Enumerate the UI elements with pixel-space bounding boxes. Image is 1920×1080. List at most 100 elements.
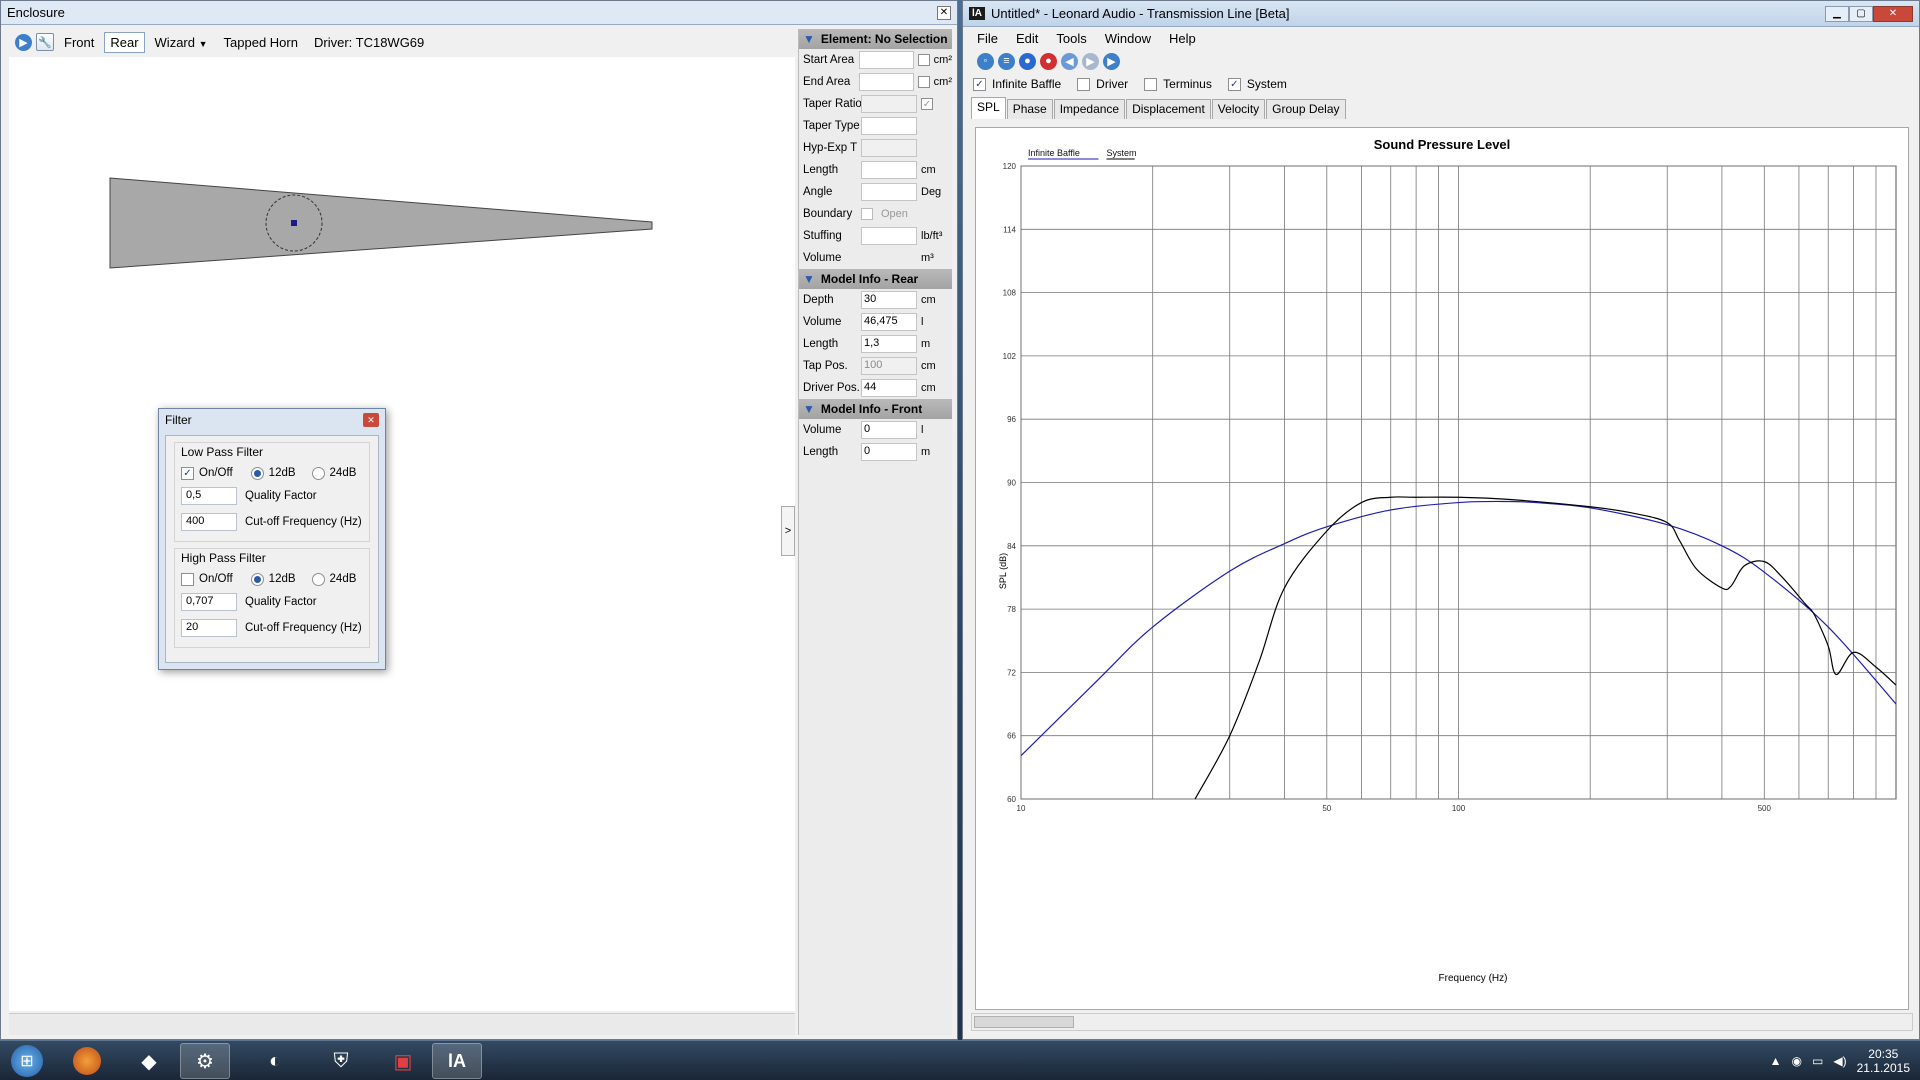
menu-window[interactable]: Window — [1105, 31, 1151, 46]
taskbar-mumble[interactable]: ◐ — [250, 1043, 300, 1079]
high-pass-cutoff-input[interactable]: 20 — [181, 619, 237, 637]
property-input[interactable] — [861, 227, 917, 245]
record-icon[interactable]: ● — [1019, 52, 1036, 70]
open-icon[interactable]: ≡ — [998, 52, 1015, 70]
property-input[interactable] — [861, 117, 917, 135]
tab-group-delay[interactable]: Group Delay — [1266, 99, 1346, 119]
volume-icon[interactable]: ◀) — [1833, 1054, 1846, 1068]
enclosure-status-bar — [9, 1013, 795, 1035]
low-pass-onoff-checkbox[interactable]: ✓ — [181, 466, 194, 480]
filter-title-bar[interactable]: Filter ✕ — [159, 409, 385, 431]
tray-expand-icon[interactable]: ▲ — [1770, 1054, 1782, 1068]
series-checkbox[interactable] — [1144, 77, 1158, 91]
tab-displacement[interactable]: Displacement — [1126, 99, 1211, 119]
property-input[interactable]: 0 — [861, 443, 917, 461]
fox-icon: ◆ — [141, 1050, 157, 1073]
menu-help[interactable]: Help — [1169, 31, 1196, 46]
filter-body: Low Pass Filter ✓ On/Off 12dB 24dB 0,5 Q… — [165, 435, 379, 663]
taskbar-leonard-audio[interactable]: lA — [432, 1043, 482, 1079]
property-input[interactable]: 1,3 — [861, 335, 917, 353]
low-pass-group: Low Pass Filter ✓ On/Off 12dB 24dB 0,5 Q… — [174, 442, 370, 542]
chart-legend[interactable]: Infinite Baffle System — [1028, 148, 1137, 160]
rear-button[interactable]: Rear — [104, 31, 145, 53]
property-label: Volume — [803, 424, 842, 436]
maximize-icon[interactable]: ▢ — [1849, 5, 1873, 22]
property-input[interactable]: 100 — [861, 357, 917, 375]
high-pass-onoff-checkbox[interactable] — [181, 572, 194, 586]
taskbar-fox-app[interactable]: ◆ — [124, 1043, 174, 1079]
taskbar-firefox[interactable] — [62, 1043, 112, 1079]
scrollbar-thumb[interactable] — [974, 1016, 1074, 1028]
legend-item[interactable]: Infinite Baffle — [1028, 148, 1080, 158]
low-pass-24db-radio[interactable] — [311, 466, 325, 480]
high-pass-24db-radio[interactable] — [311, 572, 325, 586]
property-input[interactable] — [859, 73, 914, 91]
property-input[interactable] — [861, 139, 917, 157]
menu-edit[interactable]: Edit — [1016, 31, 1038, 46]
low-pass-q-input[interactable]: 0,5 — [181, 487, 237, 505]
step-forward-icon[interactable]: ▶ — [1082, 52, 1099, 70]
tab-velocity[interactable]: Velocity — [1211, 99, 1266, 119]
property-input[interactable]: 44 — [861, 379, 917, 397]
close-pane-icon[interactable]: ✕ — [937, 5, 951, 20]
panel-collapse-button[interactable]: > — [781, 506, 795, 556]
rear-section-header[interactable]: ▼ Model Info - Rear — [799, 269, 952, 289]
menu-file[interactable]: File — [977, 31, 998, 46]
property-label: Angle — [803, 186, 833, 198]
series-checkbox[interactable]: ✓ — [1227, 77, 1241, 91]
property-input[interactable] — [861, 95, 917, 113]
step-back-icon[interactable]: ◀ — [1061, 52, 1078, 70]
tab-phase[interactable]: Phase — [1006, 99, 1053, 119]
play-icon[interactable]: ▶ — [15, 33, 32, 51]
enclosure-window-title: Enclosure — [7, 5, 65, 20]
property-label: End Area — [803, 76, 851, 88]
clock[interactable]: 20:35 21.1.2015 — [1857, 1047, 1910, 1075]
high-pass-12db-radio[interactable] — [250, 572, 264, 586]
property-row: Driver Pos. 44 cm — [799, 377, 952, 399]
series-checkbox[interactable]: ✓ — [973, 77, 986, 91]
boundary-checkbox[interactable] — [861, 208, 873, 220]
horizontal-scrollbar[interactable] — [971, 1013, 1913, 1031]
tapped-horn-button[interactable]: Tapped Horn — [218, 32, 304, 53]
front-button[interactable]: Front — [58, 32, 100, 53]
property-input[interactable] — [861, 161, 917, 179]
enclosure-canvas[interactable] — [9, 57, 795, 1011]
low-pass-cutoff-input[interactable]: 400 — [181, 513, 237, 531]
property-checkbox[interactable] — [917, 76, 930, 88]
property-input[interactable] — [859, 51, 914, 69]
property-input[interactable]: 30 — [861, 291, 917, 309]
taskbar-cpu-app[interactable]: ▣ — [378, 1043, 428, 1079]
network-icon[interactable]: ▭ — [1812, 1054, 1823, 1068]
taskbar-shield-app[interactable]: ⛨ — [316, 1043, 366, 1079]
tab-spl[interactable]: SPL — [971, 97, 1006, 119]
start-button[interactable]: ⊞ — [2, 1043, 52, 1079]
enclosure-title-bar[interactable]: Enclosure ✕ — [1, 1, 957, 25]
minimize-icon[interactable]: ▁ — [1825, 5, 1849, 22]
menu-tools[interactable]: Tools — [1056, 31, 1086, 46]
wrench-icon[interactable]: 🔧 — [36, 33, 54, 51]
main-title-bar[interactable]: lA Untitled* - Leonard Audio - Transmiss… — [963, 1, 1919, 27]
high-pass-q-input[interactable]: 0,707 — [181, 593, 237, 611]
wizard-menu-button[interactable]: Wizard ▼ — [149, 32, 214, 53]
series-checkbox[interactable] — [1077, 77, 1091, 91]
property-checkbox[interactable]: ✓ — [921, 98, 933, 110]
front-rows: Volume 0 l Length 0 m — [799, 419, 952, 463]
property-input[interactable] — [861, 183, 917, 201]
close-icon[interactable]: ✕ — [1873, 5, 1913, 22]
stop-icon[interactable]: ● — [1040, 52, 1057, 70]
close-icon[interactable]: ✕ — [363, 413, 379, 427]
front-section-header[interactable]: ▼ Model Info - Front — [799, 399, 952, 419]
steam-tray-icon[interactable]: ◉ — [1792, 1054, 1802, 1068]
property-unit: lb/ft³ — [921, 230, 943, 242]
new-icon[interactable]: ◦ — [977, 52, 994, 70]
property-input[interactable]: 0 — [861, 421, 917, 439]
play-icon[interactable]: ▶ — [1103, 52, 1120, 70]
property-input[interactable]: 46,475 — [861, 313, 917, 331]
property-checkbox[interactable] — [917, 54, 930, 66]
taskbar-steam[interactable]: ⚙ — [180, 1043, 230, 1079]
legend-item[interactable]: System — [1107, 148, 1137, 158]
taskbar: ⊞ ◆ ⚙ ◐ ⛨ ▣ lA ▲ ◉ ▭ ◀) 20:35 21.1.2015 — [0, 1040, 1920, 1080]
low-pass-12db-radio[interactable] — [250, 466, 264, 480]
element-section-header[interactable]: ▼ Element: No Selection — [799, 29, 952, 49]
tab-impedance[interactable]: Impedance — [1053, 99, 1126, 119]
